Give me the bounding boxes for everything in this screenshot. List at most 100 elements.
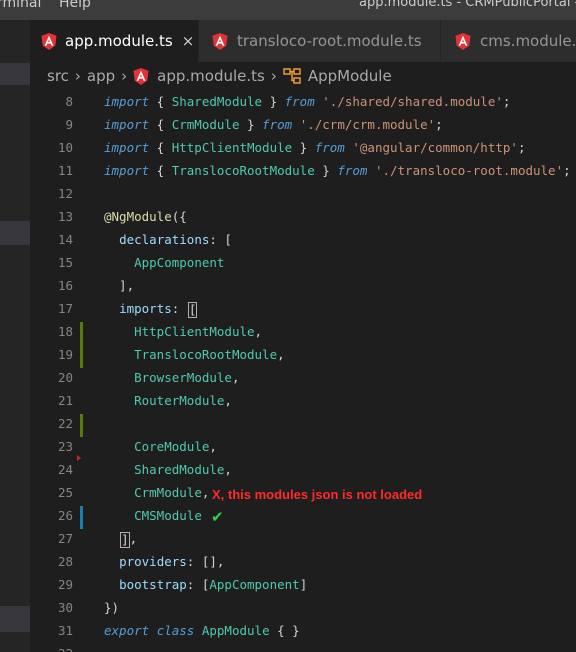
line-number: 26 xyxy=(57,508,73,523)
line-number: 30 xyxy=(57,600,73,615)
code-line[interactable]: 26 CMSModule xyxy=(30,504,576,527)
code-line[interactable]: 13 @NgModule({ xyxy=(30,205,576,228)
code-line[interactable]: 23 CoreModule, xyxy=(30,435,576,458)
breadcrumb-file[interactable]: app.module.ts xyxy=(157,67,265,85)
code-line[interactable]: 29 bootstrap: [AppComponent] xyxy=(30,573,576,596)
code-text: import { TranslocoRootModule } from './t… xyxy=(104,159,571,182)
code-token: from xyxy=(337,163,368,178)
code-line[interactable]: 17 imports: [ xyxy=(30,297,576,320)
code-token: ; xyxy=(435,117,443,132)
breadcrumb-src[interactable]: src xyxy=(47,67,69,85)
line-number: 8 xyxy=(65,94,73,109)
code-text: providers: [], xyxy=(104,550,224,573)
code-line[interactable]: 31 export class AppModule { } xyxy=(30,619,576,642)
code-line[interactable]: 22 xyxy=(30,412,576,435)
code-text: import { SharedModule } from './shared/s… xyxy=(104,90,510,113)
code-token: @NgModule xyxy=(104,209,172,224)
code-token: ], xyxy=(104,278,135,293)
code-line[interactable]: 27 ], xyxy=(30,527,576,550)
code-token: ({ xyxy=(171,209,187,224)
git-added-marker xyxy=(80,322,83,368)
line-number: 12 xyxy=(57,186,73,201)
bracket-match: ] xyxy=(120,531,130,548)
line-number: 18 xyxy=(57,324,73,339)
tab-cms-module[interactable]: cms.module.ts xyxy=(441,20,576,62)
code-line[interactable]: 24 SharedModule, xyxy=(30,458,576,481)
code-text: BrowserModule, xyxy=(104,366,239,389)
code-text: @NgModule({ xyxy=(104,205,187,228)
code-text: SharedModule, xyxy=(104,458,232,481)
code-token: bootstrap xyxy=(119,577,187,592)
code-text: import { HttpClientModule } from '@angul… xyxy=(104,136,525,159)
git-added-marker xyxy=(80,414,83,437)
git-deleted-marker xyxy=(77,455,81,461)
breadcrumb-app[interactable]: app xyxy=(87,67,115,85)
code-line[interactable]: 32 xyxy=(30,642,576,652)
code-token: import xyxy=(104,117,150,132)
code-token: : [], xyxy=(186,554,225,569)
menu-terminal[interactable]: rminal xyxy=(0,0,41,11)
breadcrumb-symbol[interactable]: AppModule xyxy=(308,67,392,85)
code-text: declarations: [ xyxy=(104,228,232,251)
code-token: AppComponent xyxy=(209,577,300,592)
code-line[interactable]: 28 providers: [], xyxy=(30,550,576,573)
code-line[interactable]: 16 ], xyxy=(30,274,576,297)
code-line[interactable]: 30}) xyxy=(30,596,576,619)
code-line[interactable]: 11 import { TranslocoRootModule } from '.… xyxy=(30,159,576,182)
code-line[interactable]: 19 TranslocoRootModule, xyxy=(30,343,576,366)
tab-app-module[interactable]: app.module.ts × xyxy=(30,20,198,62)
sidebar-highlight-row[interactable] xyxy=(0,606,30,632)
code-token: } xyxy=(292,140,315,155)
bracket-match: [ xyxy=(187,301,198,318)
code-token: CoreModule xyxy=(134,439,210,454)
code-line[interactable]: 10 import { HttpClientModule } from '@ang… xyxy=(30,136,576,159)
line-number: 14 xyxy=(57,232,73,247)
tab-bar: app.module.ts × transloco-root.module.ts… xyxy=(30,20,576,62)
chevron-right-icon: › xyxy=(74,67,81,85)
code-token: SharedModule xyxy=(134,462,225,477)
code-text: import { CrmModule } from './crm/crm.mod… xyxy=(104,113,443,136)
code-line[interactable]: 18 HttpClientModule, xyxy=(30,320,576,343)
code-token: import xyxy=(104,163,150,178)
tab-transloco-root-module[interactable]: transloco-root.module.ts xyxy=(199,20,440,62)
code-line[interactable]: 12 xyxy=(30,182,576,205)
code-line[interactable]: 21 RouterModule, xyxy=(30,389,576,412)
code-line[interactable]: 20 BrowserModule, xyxy=(30,366,576,389)
code-editor[interactable]: 8 import { SharedModule } from './shared/… xyxy=(30,90,576,652)
line-number: 27 xyxy=(57,531,73,546)
code-token: from xyxy=(284,94,315,109)
code-token: from xyxy=(262,117,293,132)
class-symbol-icon xyxy=(283,68,301,84)
code-token: }) xyxy=(104,600,120,615)
title-bar: rminal Help app.module.ts - CRMPublicPor… xyxy=(0,0,576,20)
code-line[interactable]: 8 import { SharedModule } from './shared/… xyxy=(30,90,576,113)
sidebar-hover-row[interactable] xyxy=(0,63,30,85)
code-text: CoreModule, xyxy=(104,435,217,458)
code-token: : xyxy=(171,301,187,316)
line-number: 9 xyxy=(65,117,73,132)
code-line[interactable]: 15 AppComponent xyxy=(30,251,576,274)
menu-help[interactable]: Help xyxy=(59,0,91,11)
code-line[interactable]: 14 declarations: [ xyxy=(30,228,576,251)
line-number: 23 xyxy=(57,439,73,454)
line-number: 13 xyxy=(57,209,73,224)
code-token: imports xyxy=(119,301,172,316)
code-text: HttpClientModule, xyxy=(104,320,262,343)
code-line[interactable]: 9 import { CrmModule } from './crm/crm.mo… xyxy=(30,113,576,136)
code-token: from xyxy=(314,140,345,155)
line-number: 28 xyxy=(57,554,73,569)
code-token: { xyxy=(149,163,172,178)
close-icon[interactable]: × xyxy=(182,32,195,50)
code-token: './transloco-root.module' xyxy=(374,163,564,178)
sidebar-selected-row[interactable] xyxy=(0,221,30,245)
code-token: import xyxy=(104,140,150,155)
